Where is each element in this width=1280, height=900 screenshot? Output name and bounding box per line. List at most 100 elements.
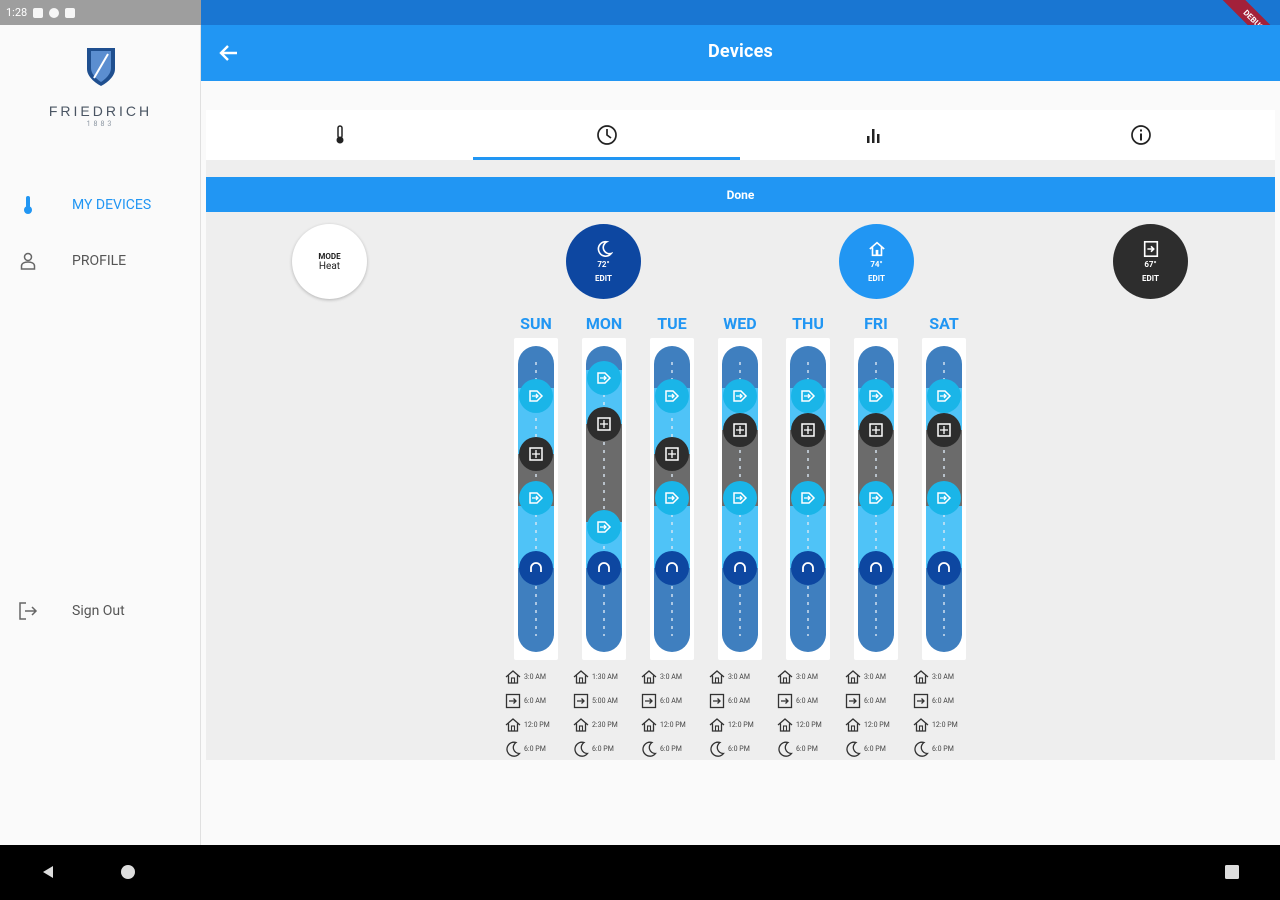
arch-icon	[938, 562, 950, 572]
home-temp: 74°	[870, 260, 883, 269]
home-icon	[573, 718, 589, 732]
status-bar: 1:28	[0, 0, 201, 25]
home-marker[interactable]	[723, 379, 757, 413]
away-marker[interactable]	[859, 413, 893, 447]
home-icon	[868, 241, 885, 257]
day-label-fri: FRI	[864, 314, 888, 333]
exit-icon	[641, 693, 657, 709]
day-label-tue: TUE	[657, 314, 687, 333]
home-marker[interactable]	[791, 481, 825, 515]
moon-icon	[778, 741, 793, 757]
mode-button[interactable]: MODE Heat	[292, 224, 367, 299]
away-marker[interactable]	[791, 413, 825, 447]
sleep-marker[interactable]	[587, 551, 621, 585]
exit-box-icon	[597, 417, 611, 431]
sidebar: FRIEDRICH 1883 MY DEVICES PROFILE Sign O…	[0, 25, 201, 845]
sidebar-item-profile[interactable]: PROFILE	[0, 241, 201, 281]
legend-row-home: 12:0 PM	[505, 713, 569, 737]
away-preset-button[interactable]: 67° EDIT	[1113, 224, 1188, 299]
away-marker[interactable]	[723, 413, 757, 447]
schedule-track[interactable]	[586, 346, 622, 652]
home-marker[interactable]	[723, 481, 757, 515]
page-title: Devices	[708, 41, 773, 62]
exit-icon	[845, 693, 861, 709]
day-schedule-sun	[514, 338, 558, 660]
schedule-track[interactable]	[926, 346, 962, 652]
sleep-marker[interactable]	[791, 551, 825, 585]
tab-info[interactable]	[1007, 110, 1274, 160]
home-marker[interactable]	[587, 510, 621, 544]
away-marker[interactable]	[519, 437, 553, 471]
legend-row-sleep: 6:0 PM	[845, 737, 909, 761]
schedule-track[interactable]	[518, 346, 554, 652]
done-button[interactable]: Done	[206, 177, 1275, 212]
nav-home-icon[interactable]	[120, 864, 136, 880]
schedule-track[interactable]	[790, 346, 826, 652]
home-preset-button[interactable]: 74° EDIT	[839, 224, 914, 299]
home-marker[interactable]	[791, 379, 825, 413]
exit-box-icon	[869, 423, 883, 437]
legend-row-home: 12:0 PM	[709, 713, 773, 737]
tab-thermostat[interactable]	[206, 110, 473, 160]
home-marker[interactable]	[859, 481, 893, 515]
sidebar-item-my-devices[interactable]: MY DEVICES	[0, 185, 201, 225]
time-legend-fri: 3:0 AM 6:0 AM 12:0 PM 6:0 PM	[845, 665, 909, 761]
sleep-marker[interactable]	[655, 551, 689, 585]
nav-recents-icon[interactable]	[1224, 864, 1240, 880]
moon-icon	[506, 741, 521, 757]
sleep-marker[interactable]	[927, 551, 961, 585]
away-marker[interactable]	[587, 407, 621, 441]
legend-row-away: 6:0 AM	[641, 689, 705, 713]
day-schedule-wed	[718, 338, 762, 660]
home-marker[interactable]	[859, 379, 893, 413]
schedule-track[interactable]	[654, 346, 690, 652]
home-marker[interactable]	[587, 361, 621, 395]
sleep-marker[interactable]	[859, 551, 893, 585]
bar-chart-icon	[866, 129, 879, 143]
legend-row-home: 12:0 PM	[641, 713, 705, 737]
away-marker[interactable]	[655, 437, 689, 471]
nav-back-icon[interactable]	[40, 864, 56, 880]
legend-row-away: 6:0 AM	[913, 689, 977, 713]
legend-row-away: 5:00 AM	[573, 689, 637, 713]
home-marker[interactable]	[927, 481, 961, 515]
day-label-sun: SUN	[520, 314, 552, 333]
sd-card-icon	[65, 7, 76, 18]
legend-row-home: 12:0 PM	[777, 713, 841, 737]
away-temp: 67°	[1144, 260, 1157, 269]
legend-row-home: 1:30 AM	[573, 665, 637, 689]
moon-icon	[642, 741, 657, 757]
home-marker[interactable]	[927, 379, 961, 413]
home-icon	[505, 670, 521, 684]
sleep-temp: 72°	[597, 260, 610, 269]
home-icon	[845, 670, 861, 684]
home-marker[interactable]	[519, 481, 553, 515]
legend-row-sleep: 6:0 PM	[573, 737, 637, 761]
home-icon	[709, 718, 725, 732]
schedule-track[interactable]	[722, 346, 758, 652]
away-marker[interactable]	[927, 413, 961, 447]
sleep-marker[interactable]	[519, 551, 553, 585]
day-label-wed: WED	[723, 314, 757, 333]
tab-schedule[interactable]	[473, 110, 740, 160]
home-icon	[845, 718, 861, 732]
brand-name: FRIEDRICH	[48, 103, 153, 119]
sleep-preset-button[interactable]: 72° EDIT	[566, 224, 641, 299]
sign-out-button[interactable]: Sign Out	[0, 591, 201, 631]
arrow-in-icon	[733, 492, 748, 504]
time-legend-tue: 3:0 AM 6:0 AM 12:0 PM 6:0 PM	[641, 665, 705, 761]
home-marker[interactable]	[655, 379, 689, 413]
shield-logo-icon	[86, 48, 115, 86]
schedule-track[interactable]	[858, 346, 894, 652]
home-marker[interactable]	[519, 379, 553, 413]
arrow-in-icon	[665, 390, 680, 402]
legend-row-away: 6:0 AM	[709, 689, 773, 713]
exit-box-icon	[937, 423, 951, 437]
thermometer-icon	[336, 125, 343, 144]
moon-icon	[914, 741, 929, 757]
tab-usage[interactable]	[740, 110, 1007, 160]
home-marker[interactable]	[655, 481, 689, 515]
day-label-sat: SAT	[929, 314, 959, 333]
legend-row-home: 3:0 AM	[777, 665, 841, 689]
sleep-marker[interactable]	[723, 551, 757, 585]
